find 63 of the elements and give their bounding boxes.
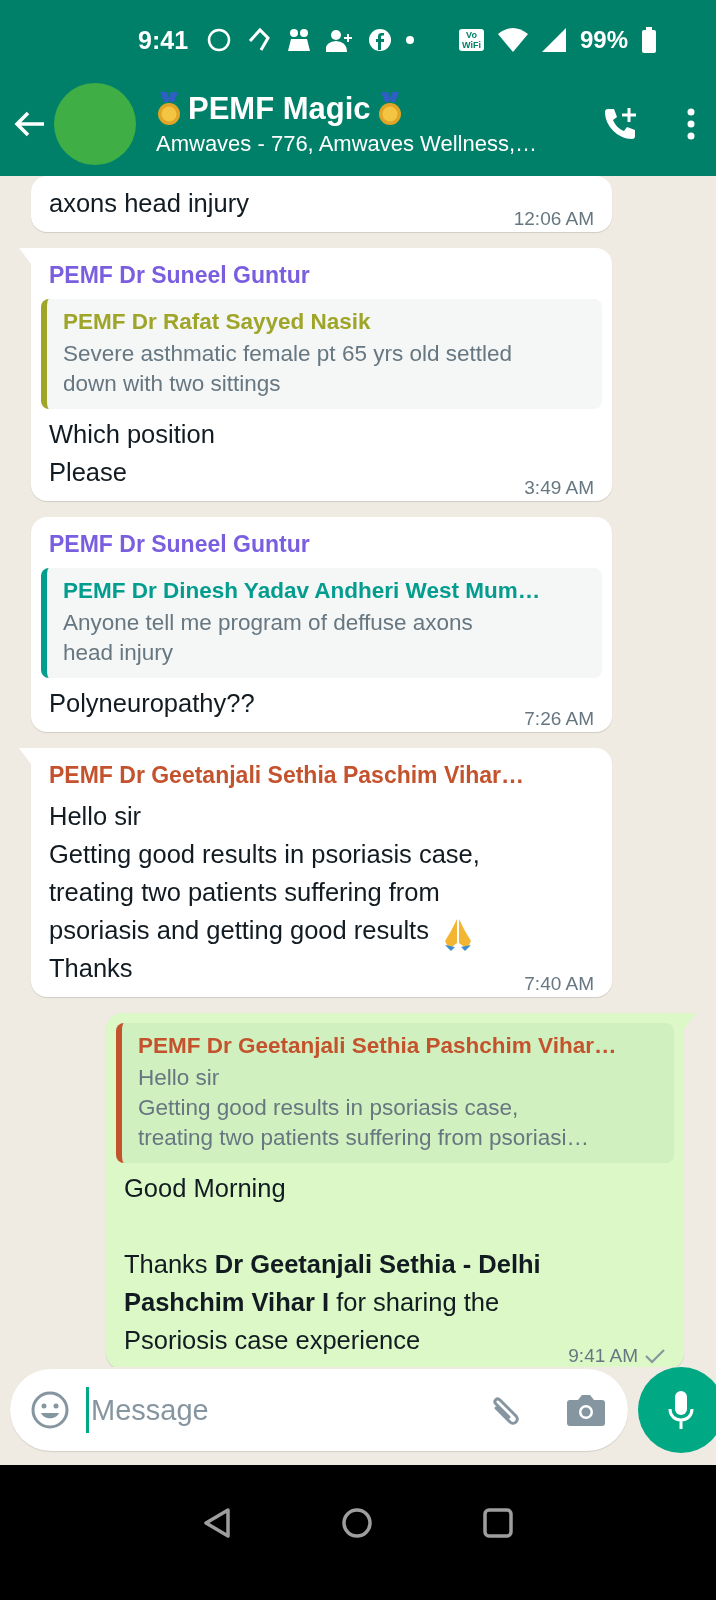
more-menu-icon	[686, 108, 696, 140]
quoted-reply[interactable]: PEMF Dr Geetanjali Sethia Pashchim Vihar… Hello sir Getting good results in psoriasis case, treating two patients suffering from psoriasi…	[116, 1023, 674, 1163]
camera-icon	[566, 1392, 606, 1428]
message-text: Hello sir Getting good results in psoriasis case, treating two patients suffering from psoriasis and getting good results	[49, 802, 480, 944]
incoming-message-bubble[interactable]: axons head injury 12:06 AM	[31, 176, 612, 232]
battery-icon	[642, 27, 656, 53]
message-text: Which position Please	[49, 420, 215, 486]
quoted-text: Severe asthmatic female pt 65 yrs old settled down with two sittings	[63, 340, 513, 398]
nav-back-button[interactable]	[203, 1506, 231, 1539]
dot-icon	[406, 36, 415, 44]
triangle-back-icon	[203, 1506, 231, 1539]
quoted-author: PEMF Dr Dinesh Yadav Andheri West Mum…	[63, 578, 542, 604]
status-time: 9:41	[138, 25, 189, 55]
chat-subtitle[interactable]: Amwaves - 776, Amwaves Wellness,…	[156, 131, 594, 157]
quoted-author: PEMF Dr Geetanjali Sethia Pashchim Vihar…	[138, 1033, 618, 1059]
sender-name: PEMF Dr Suneel Guntur	[48, 261, 311, 290]
message-text: Good Morning Thanks Dr Geetanjali Sethia - Delhi Pashchim Vihar I for sharing the Psoriosis case experience	[124, 1174, 541, 1354]
medal-icon	[156, 92, 182, 126]
bubble-tail	[19, 748, 31, 766]
emoji-button[interactable]	[30, 1390, 70, 1430]
bubble-tail	[684, 1013, 696, 1031]
incoming-message-bubble[interactable]: PEMF Dr Suneel Guntur PEMF Dr Dinesh Yadav Andheri West Mum… Anyone tell me program of deffuse axons head injury Polyneuropathy?? 7:26 AM	[31, 517, 612, 732]
outgoing-message-bubble[interactable]	[106, 1013, 684, 1367]
add-contact-icon	[326, 28, 355, 52]
smiley-icon	[30, 1390, 70, 1430]
battery-percent: 99%	[579, 26, 628, 54]
quoted-text: Anyone tell me program of deffuse axons head injury	[63, 609, 474, 667]
circle-home-icon	[341, 1506, 373, 1539]
message-text: axons head injury	[49, 189, 249, 217]
chat-title[interactable]: PEMF Magic	[188, 91, 371, 127]
square-recents-icon	[483, 1507, 513, 1538]
facebook-icon	[368, 28, 393, 52]
camera-button[interactable]	[566, 1392, 606, 1428]
message-field[interactable]: Message	[10, 1369, 628, 1451]
microphone-icon	[666, 1389, 696, 1431]
people-icon	[286, 27, 313, 53]
wifi-icon	[497, 28, 528, 52]
incoming-message-bubble[interactable]: PEMF Dr Geetanjali Sethia Paschim Vihar… Hello sir Getting good results in psoriasis case, treating two patients suffering from psoriasis and getting good results Thanks 7:40 AM	[31, 748, 612, 997]
back-button[interactable]	[14, 110, 46, 138]
incoming-message-bubble[interactable]: PEMF Dr Suneel Guntur PEMF Dr Rafat Sayyed Nasik Severe asthmatic female pt 65 yrs old settled down with two sittings Which position Please 3:49 AM	[31, 248, 612, 501]
signal-icon	[541, 28, 566, 52]
quoted-author: PEMF Dr Rafat Sayyed Nasik	[63, 309, 372, 335]
vowifi-badge: Vo WiFi	[459, 29, 484, 51]
quoted-reply[interactable]: PEMF Dr Rafat Sayyed Nasik Severe asthmatic female pt 65 yrs old settled down with two sittings	[41, 299, 602, 409]
nav-home-button[interactable]	[341, 1506, 373, 1539]
message-text: Polyneuropathy??	[49, 689, 255, 717]
quoted-reply[interactable]: PEMF Dr Dinesh Yadav Andheri West Mum… Anyone tell me program of deffuse axons head injury	[41, 568, 602, 678]
message-time: 7:26 AM	[524, 708, 594, 730]
sender-name: PEMF Dr Geetanjali Sethia Paschim Vihar…	[48, 761, 526, 790]
message-time: 7:40 AM	[524, 973, 594, 995]
quoted-text: Hello sir Getting good results in psoriasis case, treating two patients suffering from psoriasi…	[138, 1064, 591, 1152]
nav-recents-button[interactable]	[483, 1507, 513, 1538]
add-call-button[interactable]	[602, 106, 638, 142]
sender-name: PEMF Dr Suneel Guntur	[48, 530, 311, 559]
menu-button[interactable]	[686, 108, 696, 140]
back-arrow-icon	[14, 110, 46, 138]
bubble-tail	[19, 248, 31, 266]
medal-icon	[376, 92, 403, 126]
message-text: Thanks	[49, 954, 133, 982]
message-time: 3:49 AM	[524, 477, 594, 499]
phone-plus-icon	[602, 106, 638, 142]
message-time: 12:06 AM	[513, 208, 594, 230]
message-time: 9:41 AM	[568, 1345, 638, 1367]
